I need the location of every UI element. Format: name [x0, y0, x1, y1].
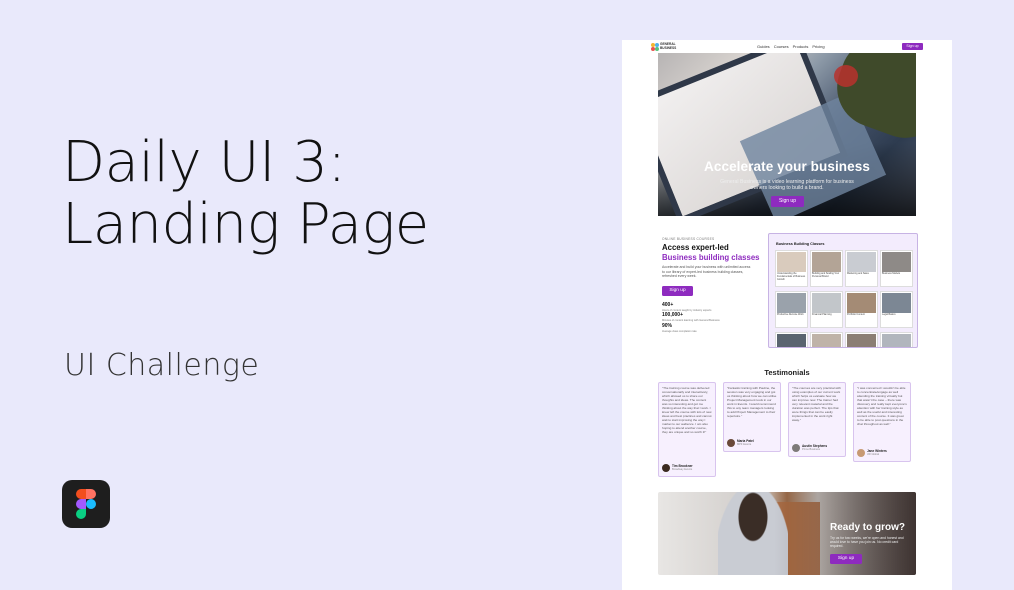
testimonial-quote: "The courses are very practical with usi…: [792, 386, 841, 422]
logo-text: GENERAL BUSINESS: [660, 42, 677, 50]
author-role: JW Global: [867, 453, 879, 457]
nav-link-pricing[interactable]: Pricing: [812, 44, 824, 49]
figma-icon: [62, 480, 110, 528]
stat-completion: 90% Average class completion rate: [662, 323, 697, 333]
classes-panel-title: Business Building Classes: [776, 242, 825, 246]
class-card[interactable]: Understanding the Fundamentals of Busine…: [775, 250, 808, 287]
class-thumbnail: [777, 252, 806, 272]
class-thumbnail: [812, 293, 841, 313]
class-thumbnail: [882, 252, 911, 272]
author-role: Prime Business: [802, 448, 821, 452]
class-card-label: Business Models: [882, 272, 901, 275]
title-line-2: Landing Page: [62, 192, 429, 257]
testimonial-quote: "The training course was delivered conve…: [662, 386, 712, 434]
testimonial-card: "I was concerned I wouldn't be able to c…: [853, 382, 911, 462]
hero-signup-button[interactable]: Sign up: [771, 196, 804, 207]
title-line-1: Daily UI 3:: [62, 130, 346, 195]
presentation-title: Daily UI 3: Landing Page: [62, 132, 429, 256]
stat-hours: 400+ Hours of content taught by industry…: [662, 302, 711, 311]
classes-title-line-2: Business building classes: [662, 252, 760, 262]
cta-overlay: [658, 492, 916, 575]
hero-cup: [834, 65, 858, 87]
nav-link-products[interactable]: Products: [793, 44, 809, 49]
cta-description: Try us for two weeks, we're open and hon…: [830, 536, 904, 549]
class-card-label: Productive Remote Work: [777, 313, 804, 316]
class-card[interactable]: Productive Remote Work: [775, 291, 808, 328]
testimonials-heading: Testimonials: [764, 368, 810, 377]
testimonial-card: "The training course was delivered conve…: [658, 382, 716, 477]
author-role: Broadway Events: [672, 468, 693, 472]
nav-links: Guides Courses Products Pricing: [757, 44, 825, 49]
testimonial-quote: "Fantastic training with Pauline, the se…: [727, 386, 777, 418]
class-card[interactable]: Building and Scaling Your Personal Brand: [810, 250, 843, 287]
class-card-label: Understanding the Fundamentals of Busine…: [777, 272, 806, 281]
stat-label: Minutes of content learning with General…: [662, 318, 720, 322]
class-card[interactable]: [775, 332, 808, 347]
class-card[interactable]: Marketing and Sales: [845, 250, 878, 287]
testimonial-card: "Fantastic training with Pauline, the se…: [723, 382, 781, 452]
class-card[interactable]: [810, 332, 843, 347]
nav-signup-button[interactable]: Sign up: [902, 43, 923, 50]
hero-banner: Accelerate your business General Busines…: [658, 53, 916, 216]
class-card[interactable]: [880, 332, 913, 347]
mock-navbar: GENERAL BUSINESS Guides Courses Products…: [622, 40, 952, 54]
nav-link-courses[interactable]: Courses: [774, 44, 789, 49]
class-thumbnail: [812, 252, 841, 272]
class-card[interactable]: [845, 332, 878, 347]
class-card[interactable]: Business Models: [880, 250, 913, 287]
class-thumbnail: [812, 334, 841, 347]
stat-label: Average class completion rate: [662, 329, 697, 333]
avatar: [792, 444, 800, 452]
testimonial-author: Austin Stephens Prime Business: [792, 444, 827, 452]
classes-title-line-1: Access expert-led: [662, 243, 729, 252]
testimonial-author: Jane Winters JW Global: [857, 449, 887, 457]
classes-panel: Business Building Classes Understanding …: [768, 233, 918, 348]
class-thumbnail: [777, 334, 806, 347]
testimonial-card: "The courses are very practical with usi…: [788, 382, 846, 457]
class-card[interactable]: Portfolio Content: [845, 291, 878, 328]
stat-minutes: 100,000+ Minutes of content learning wit…: [662, 312, 720, 322]
classes-description: Accelerate and build your business with …: [662, 265, 751, 279]
hero-heading: Accelerate your business: [704, 159, 870, 174]
class-card[interactable]: Legal Basics: [880, 291, 913, 328]
class-thumbnail: [882, 293, 911, 313]
class-card-label: Portfolio Content: [847, 313, 865, 316]
classes-eyebrow: ONLINE BUSINESS COURSES: [662, 237, 715, 241]
classes-signup-button[interactable]: Sign up: [662, 286, 693, 296]
class-thumbnail: [847, 252, 876, 272]
class-thumbnail: [777, 293, 806, 313]
testimonial-author: Tim Brookner Broadway Events: [662, 464, 693, 472]
author-role: MPF Events: [737, 443, 752, 447]
landing-page-mockup: GENERAL BUSINESS Guides Courses Products…: [622, 40, 952, 590]
class-card-label: Financial Planning: [812, 313, 832, 316]
class-thumbnail: [847, 334, 876, 347]
presentation-subtitle: UI Challenge: [64, 348, 260, 383]
class-thumbnail: [882, 334, 911, 347]
hero-description: General Business is a video learning pla…: [720, 179, 854, 191]
class-card-label: Building and Scaling Your Personal Brand: [812, 272, 840, 278]
class-card[interactable]: Financial Planning: [810, 291, 843, 328]
class-card-label: Legal Basics: [882, 313, 896, 316]
cta-signup-button[interactable]: Sign up: [830, 554, 862, 564]
cta-banner: Ready to grow? Try us for two weeks, we'…: [658, 492, 916, 575]
nav-link-guides[interactable]: Guides: [757, 44, 770, 49]
avatar: [662, 464, 670, 472]
testimonial-author: Maria Patel MPF Events: [727, 439, 754, 447]
avatar: [857, 449, 865, 457]
classes-title: Access expert-led Business building clas…: [662, 243, 760, 262]
testimonial-quote: "I was concerned I wouldn't be able to c…: [857, 386, 907, 426]
class-thumbnail: [847, 293, 876, 313]
avatar: [727, 439, 735, 447]
class-card-label: Marketing and Sales: [847, 272, 869, 275]
classes-grid: Understanding the Fundamentals of Busine…: [775, 250, 913, 347]
cta-heading: Ready to grow?: [830, 522, 906, 533]
